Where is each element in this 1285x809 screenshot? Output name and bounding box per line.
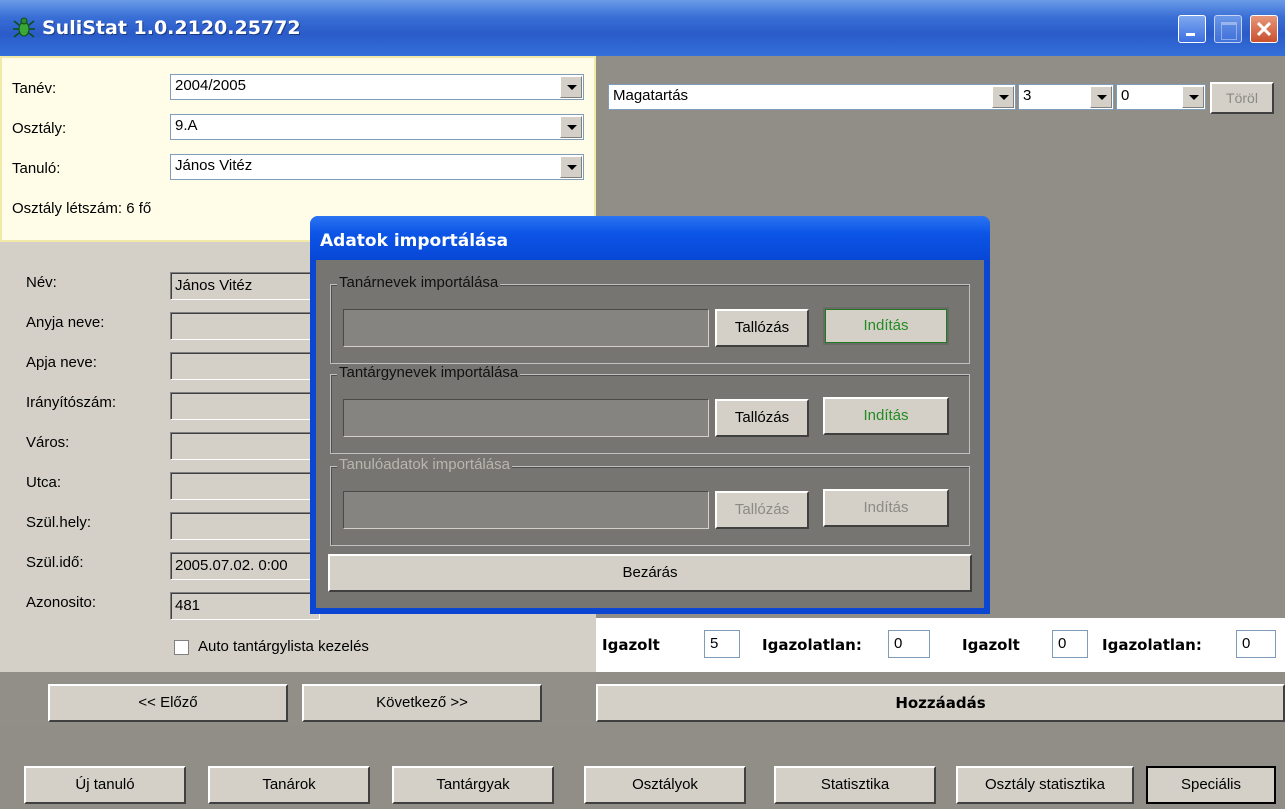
chevron-down-icon[interactable] [560, 116, 582, 138]
city-field[interactable] [170, 432, 320, 460]
teacher-path-field[interactable] [343, 309, 709, 347]
start-button[interactable]: Indítás [823, 307, 949, 345]
chevron-down-icon[interactable] [1090, 86, 1112, 108]
tanulo-select[interactable]: János Vitéz [170, 154, 584, 180]
extra-select[interactable]: 0 [1116, 84, 1206, 110]
name-field[interactable]: János Vitéz [170, 272, 320, 300]
auto-subject-label: Auto tantárgylista kezelés [198, 638, 369, 655]
tanev-label: Tanév: [12, 80, 57, 97]
student-field-label: Szül.hely: [26, 514, 92, 531]
start-button[interactable]: Indítás [823, 489, 949, 527]
osztaly-value: 9.A [175, 117, 198, 134]
tanulo-label: Tanuló: [12, 160, 61, 177]
street-field[interactable] [170, 472, 320, 500]
subject-import-group: Tantárgynevek importálása Tallózás Indít… [330, 364, 970, 454]
filter-panel: Tanév: 2004/2005 Osztály: 9.A Tanuló: Já… [0, 56, 596, 242]
chevron-down-icon[interactable] [1182, 86, 1204, 108]
minimize-button[interactable] [1178, 15, 1206, 43]
student-field-label: Anyja neve: [26, 314, 105, 331]
add-button[interactable]: Hozzáadás [596, 684, 1285, 722]
student-path-field[interactable] [343, 491, 709, 529]
browse-button[interactable]: Tallózás [715, 491, 809, 529]
subject-path-field[interactable] [343, 399, 709, 437]
window-title: SuliStat 1.0.2120.25772 [42, 17, 301, 39]
igazolt-label: Igazolt [602, 636, 660, 654]
delete-button[interactable]: Töröl [1210, 82, 1274, 114]
nav-bar: << Előző Következő >> [0, 672, 596, 726]
teacher-import-group: Tanárnevek importálása Tallózás Indítás [330, 274, 970, 364]
statistics-button[interactable]: Statisztika [774, 766, 936, 804]
maximize-button[interactable] [1214, 15, 1242, 43]
student-import-group: Tanulóadatok importálása Tallózás Indítá… [330, 456, 970, 546]
class-size-text: Osztály létszám: 6 fő [12, 200, 152, 217]
igazolt-input[interactable]: 5 [704, 630, 740, 658]
birthplace-field[interactable] [170, 512, 320, 540]
absence-strip: Igazolt 5 Igazolatlan: 0 Igazolt 0 Igazo… [596, 618, 1285, 672]
dialog-title-bar[interactable]: Adatok importálása [310, 216, 990, 260]
mother-name-field[interactable] [170, 312, 320, 340]
dialog-close-button[interactable]: Bezárás [328, 554, 972, 592]
birthdate-field[interactable]: 2005.07.02. 0:00 [170, 552, 320, 580]
tanev-value: 2004/2005 [175, 77, 246, 94]
browse-button[interactable]: Tallózás [715, 309, 809, 347]
close-icon [1257, 22, 1271, 36]
group-label: Tantárgynevek importálása [337, 364, 521, 381]
igazolatlan-label-2: Igazolatlan: [1102, 636, 1202, 654]
student-field-label: Azonosito: [26, 594, 97, 611]
zip-field[interactable] [170, 392, 320, 420]
footer-toolbar: Új tanuló Tanárok Tantárgyak Osztályok S… [0, 726, 1285, 809]
dialog-title: Adatok importálása [320, 231, 509, 251]
igazolatlan-label: Igazolatlan: [762, 636, 862, 654]
grade-select[interactable]: 3 [1018, 84, 1114, 110]
subject-select[interactable]: Magatartás [608, 84, 1016, 110]
bug-icon [13, 17, 35, 38]
next-button[interactable]: Következő >> [302, 684, 542, 722]
chevron-down-icon[interactable] [560, 76, 582, 98]
title-bar: SuliStat 1.0.2120.25772 [0, 0, 1285, 56]
igazolatlan-input[interactable]: 0 [888, 630, 930, 658]
subjects-button[interactable]: Tantárgyak [392, 766, 554, 804]
prev-button[interactable]: << Előző [48, 684, 288, 722]
start-button[interactable]: Indítás [823, 397, 949, 435]
group-label: Tanárnevek importálása [337, 274, 501, 291]
chevron-down-icon[interactable] [560, 156, 582, 178]
teachers-button[interactable]: Tanárok [208, 766, 370, 804]
student-field-label: Város: [26, 434, 70, 451]
igazolt-label-2: Igazolt [962, 636, 1020, 654]
tanev-select[interactable]: 2004/2005 [170, 74, 584, 100]
student-field-label: Szül.idő: [26, 554, 84, 571]
father-name-field[interactable] [170, 352, 320, 380]
student-field-label: Név: [26, 274, 57, 291]
auto-subject-checkbox[interactable] [174, 640, 189, 655]
student-field-label: Apja neve: [26, 354, 97, 371]
group-label: Tanulóadatok importálása [337, 456, 512, 473]
tanulo-value: János Vitéz [175, 157, 253, 174]
class-statistics-button[interactable]: Osztály statisztika [956, 766, 1134, 804]
osztaly-select[interactable]: 9.A [170, 114, 584, 140]
extra-value: 0 [1121, 87, 1130, 104]
dialog-body: Tanárnevek importálása Tallózás Indítás … [316, 260, 984, 608]
student-field-label: Utca: [26, 474, 62, 491]
close-button[interactable] [1250, 15, 1278, 43]
igazolt-input-2[interactable]: 0 [1052, 630, 1088, 658]
osztaly-label: Osztály: [12, 120, 67, 137]
browse-button[interactable]: Tallózás [715, 399, 809, 437]
import-dialog: Adatok importálása Tanárnevek importálás… [310, 216, 990, 614]
subject-value: Magatartás [613, 87, 689, 104]
id-field[interactable]: 481 [170, 592, 320, 620]
chevron-down-icon[interactable] [992, 86, 1014, 108]
student-field-label: Irányítószám: [26, 394, 117, 411]
igazolatlan-input-2[interactable]: 0 [1236, 630, 1276, 658]
new-student-button[interactable]: Új tanuló [24, 766, 186, 804]
special-button[interactable]: Speciális [1146, 766, 1276, 804]
classes-button[interactable]: Osztályok [584, 766, 746, 804]
grade-value: 3 [1023, 87, 1032, 104]
